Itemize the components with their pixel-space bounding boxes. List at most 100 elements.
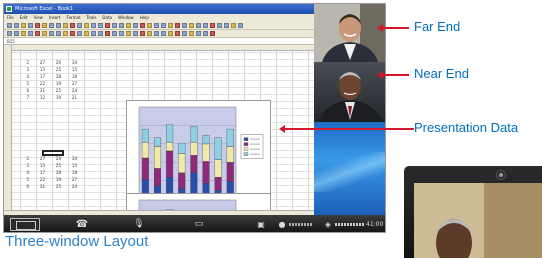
toolbar-button-icon[interactable]: [21, 23, 26, 28]
table-cell[interactable]: 31: [32, 183, 48, 190]
toolbar-button-icon[interactable]: [133, 31, 138, 36]
toolbar-button-icon[interactable]: [77, 31, 82, 36]
table-cell[interactable]: 7: [16, 94, 32, 101]
table-cell[interactable]: 34: [64, 59, 80, 66]
toolbar-button-icon[interactable]: [14, 31, 19, 36]
table-cell[interactable]: 22: [32, 80, 48, 87]
toolbar-button-icon[interactable]: [133, 23, 138, 28]
table-cell[interactable]: 22: [32, 176, 48, 183]
toolbar-button-icon[interactable]: [182, 23, 187, 28]
table-cell[interactable]: 13: [32, 162, 48, 169]
toolbar-button-icon[interactable]: [84, 23, 89, 28]
toolbar-button-icon[interactable]: [98, 23, 103, 28]
toolbar-button-icon[interactable]: [84, 31, 89, 36]
toolbar-button-icon[interactable]: [112, 23, 117, 28]
toolbar-button-icon[interactable]: [70, 31, 75, 36]
table-cell[interactable]: 27: [32, 59, 48, 66]
table-cell[interactable]: 17: [32, 169, 48, 176]
toolbar-button-icon[interactable]: [7, 31, 12, 36]
toolbar-button-icon[interactable]: [70, 23, 75, 28]
toolbar-button-icon[interactable]: [49, 23, 54, 28]
phone-icon[interactable]: ☎: [74, 218, 90, 231]
menu-item[interactable]: Insert: [49, 15, 60, 20]
table-cell[interactable]: 28: [48, 73, 64, 80]
table-cell[interactable]: 25: [48, 66, 64, 73]
toolbar-button-icon[interactable]: [203, 23, 208, 28]
table-cell[interactable]: 25: [48, 87, 64, 94]
toolbar-button-icon[interactable]: [210, 31, 215, 36]
toolbar-button-icon[interactable]: [91, 31, 96, 36]
table-cell[interactable]: 2: [16, 59, 32, 66]
table-cell[interactable]: 24: [64, 87, 80, 94]
standard-toolbar[interactable]: [4, 22, 314, 30]
table-cell[interactable]: 3: [16, 66, 32, 73]
toolbar-button-icon[interactable]: [189, 23, 194, 28]
table-cell[interactable]: 18: [64, 73, 80, 80]
document-icon[interactable]: ▭: [192, 218, 206, 231]
toolbar-button-icon[interactable]: [49, 31, 54, 36]
table-cell[interactable]: 5: [16, 176, 32, 183]
toolbar-button-icon[interactable]: [161, 23, 166, 28]
toolbar-button-icon[interactable]: [119, 31, 124, 36]
toolbar-button-icon[interactable]: [63, 31, 68, 36]
toolbar-button-icon[interactable]: [210, 23, 215, 28]
menu-item[interactable]: File: [7, 15, 14, 20]
menu-item[interactable]: Edit: [20, 15, 28, 20]
toolbar-button-icon[interactable]: [119, 23, 124, 28]
table-cell[interactable]: 3: [16, 162, 32, 169]
toolbar-button-icon[interactable]: [56, 23, 61, 28]
table-cell[interactable]: 19: [48, 80, 64, 87]
table-cell[interactable]: 25: [48, 162, 64, 169]
table-cell[interactable]: 18: [64, 169, 80, 176]
table-cell[interactable]: 13: [32, 66, 48, 73]
name-box[interactable]: B15: [7, 39, 15, 44]
toolbar-button-icon[interactable]: [126, 23, 131, 28]
toolbar-button-icon[interactable]: [35, 23, 40, 28]
toolbar-button-icon[interactable]: [91, 23, 96, 28]
table-cell[interactable]: 5: [16, 80, 32, 87]
toolbar-button-icon[interactable]: [154, 31, 159, 36]
toolbar-button-icon[interactable]: [140, 31, 145, 36]
menu-item[interactable]: Help: [140, 15, 149, 20]
table-cell[interactable]: 20: [48, 155, 64, 162]
table-cell[interactable]: 27: [32, 155, 48, 162]
toolbar-button-icon[interactable]: [35, 31, 40, 36]
table-cell[interactable]: 27: [64, 176, 80, 183]
table-cell[interactable]: 27: [64, 80, 80, 87]
table-cell[interactable]: 6: [16, 183, 32, 190]
toolbar-button-icon[interactable]: [21, 31, 26, 36]
toolbar-button-icon[interactable]: [56, 31, 61, 36]
toolbar-button-icon[interactable]: [168, 31, 173, 36]
formatting-toolbar[interactable]: [4, 30, 314, 38]
toolbar-button-icon[interactable]: [147, 31, 152, 36]
toolbar-button-icon[interactable]: [154, 23, 159, 28]
toolbar-button-icon[interactable]: [175, 31, 180, 36]
toolbar-button-icon[interactable]: [161, 31, 166, 36]
menu-item[interactable]: Format: [66, 15, 80, 20]
toolbar-button-icon[interactable]: [168, 23, 173, 28]
table-cell[interactable]: 28: [48, 169, 64, 176]
table-cell[interactable]: 20: [48, 59, 64, 66]
table-cell[interactable]: 31: [32, 87, 48, 94]
toolbar-button-icon[interactable]: [14, 23, 19, 28]
table-cell[interactable]: 4: [16, 169, 32, 176]
toolbar-button-icon[interactable]: [98, 31, 103, 36]
toolbar-button-icon[interactable]: [196, 31, 201, 36]
toolbar-button-icon[interactable]: [238, 23, 243, 28]
toolbar-button-icon[interactable]: [140, 23, 145, 28]
table-cell[interactable]: 24: [64, 183, 80, 190]
formula-bar[interactable]: B15: [4, 38, 314, 45]
toolbar-button-icon[interactable]: [7, 23, 12, 28]
toolbar-button-icon[interactable]: [112, 31, 117, 36]
toolbar-button-icon[interactable]: [28, 23, 33, 28]
table-cell[interactable]: 15: [64, 66, 80, 73]
selected-cell[interactable]: [42, 150, 64, 156]
toolbar-button-icon[interactable]: [224, 23, 229, 28]
layout-icon[interactable]: [10, 218, 40, 231]
table-cell[interactable]: 15: [64, 162, 80, 169]
table-cell[interactable]: 25: [48, 183, 64, 190]
toolbar-button-icon[interactable]: [126, 31, 131, 36]
toolbar-button-icon[interactable]: [77, 23, 82, 28]
toolbar-button-icon[interactable]: [105, 31, 110, 36]
table-cell[interactable]: 21: [64, 94, 80, 101]
